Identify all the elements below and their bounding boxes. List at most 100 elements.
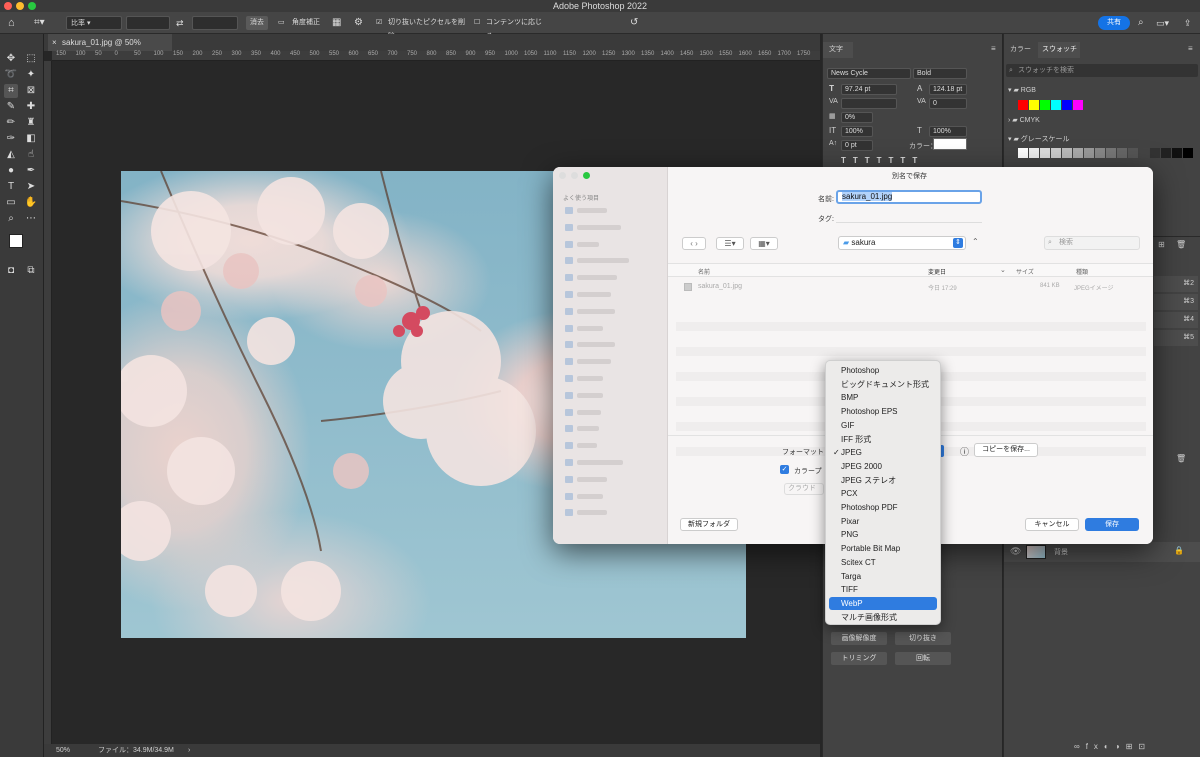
cloud-button[interactable]: クラウド bbox=[784, 483, 824, 495]
move-tool-icon[interactable]: ✥ bbox=[4, 52, 18, 66]
gray-swatch[interactable] bbox=[1051, 148, 1061, 158]
format-menu-item[interactable]: JPEG ステレオ bbox=[829, 474, 937, 487]
tab-character[interactable]: 文字 bbox=[823, 42, 853, 58]
minimize-dialog-button[interactable] bbox=[571, 172, 578, 179]
color-swatch[interactable] bbox=[1073, 100, 1083, 110]
sidebar-item[interactable] bbox=[565, 425, 635, 433]
frame-tool-icon[interactable]: ⊠ bbox=[24, 84, 38, 98]
content-aware-checkbox[interactable]: ☐ bbox=[474, 16, 483, 30]
format-menu-item[interactable]: Photoshop EPS bbox=[829, 405, 937, 418]
cancel-button[interactable]: キャンセル bbox=[1025, 518, 1079, 531]
column-kind[interactable]: 種類 bbox=[1076, 267, 1088, 276]
sidebar-item[interactable] bbox=[565, 240, 635, 249]
crop-tool-icon[interactable]: ⌗▾ bbox=[34, 16, 58, 30]
close-window-button[interactable] bbox=[4, 2, 12, 10]
gray-swatch[interactable] bbox=[1139, 148, 1149, 158]
swatch-group-cmyk[interactable]: › ▰ CMYK bbox=[1008, 116, 1040, 124]
column-modified[interactable]: 変更日 bbox=[928, 267, 946, 276]
zoom-level[interactable]: 50% bbox=[56, 744, 70, 757]
gray-swatch[interactable] bbox=[1106, 148, 1116, 158]
clear-button[interactable]: 消去 bbox=[246, 16, 268, 30]
horizontal-scale-input[interactable]: 100% bbox=[929, 126, 967, 137]
sidebar-item[interactable] bbox=[565, 408, 635, 417]
ratio-select[interactable]: 比率 ▾ bbox=[66, 16, 122, 30]
format-menu-item[interactable]: Targa bbox=[829, 570, 937, 583]
format-menu-item[interactable]: Pixar bbox=[829, 515, 937, 528]
swatch-group-rgb[interactable]: ▾ ▰ RGB bbox=[1008, 86, 1036, 94]
font-family-select[interactable]: News Cycle bbox=[827, 68, 911, 79]
format-menu-item[interactable]: Photoshop bbox=[829, 364, 937, 377]
format-menu-item[interactable]: IFF 形式 bbox=[829, 433, 937, 446]
sidebar-item[interactable] bbox=[565, 257, 635, 265]
format-menu-item[interactable]: JPEG 2000 bbox=[829, 460, 937, 473]
leading-input[interactable]: 124.18 pt bbox=[929, 84, 967, 95]
brush-tool-icon[interactable]: ✏ bbox=[4, 116, 18, 130]
smudge-tool-icon[interactable]: ☝ bbox=[24, 148, 38, 162]
gray-swatch[interactable] bbox=[1029, 148, 1039, 158]
format-menu-item[interactable]: WebP bbox=[829, 596, 937, 610]
vertical-scale-input[interactable]: 100% bbox=[841, 126, 873, 137]
gray-swatch[interactable] bbox=[1117, 148, 1127, 158]
image-size-button[interactable]: 画像解像度 bbox=[831, 632, 887, 645]
grid-overlay-icon[interactable]: ▦ bbox=[332, 16, 342, 30]
font-style-select[interactable]: Bold bbox=[913, 68, 967, 79]
format-menu-item[interactable]: Photoshop PDF bbox=[829, 501, 937, 514]
gray-swatch[interactable] bbox=[1172, 148, 1182, 158]
tab-swatches[interactable]: スウォッチ bbox=[1038, 42, 1080, 58]
column-name[interactable]: 名前 bbox=[698, 267, 710, 276]
chevron-right-icon[interactable]: › bbox=[188, 744, 190, 757]
sidebar-item[interactable] bbox=[565, 358, 635, 366]
close-tab-icon[interactable]: × bbox=[52, 34, 57, 51]
sidebar-item[interactable] bbox=[565, 475, 635, 484]
gray-swatch[interactable] bbox=[1084, 148, 1094, 158]
eye-icon[interactable]: 👁 bbox=[1010, 546, 1021, 557]
crop-tool-icon[interactable]: ⌗ bbox=[4, 84, 18, 98]
layer-actions[interactable]: ∞fx◐◑⊞⊡ bbox=[1074, 742, 1199, 751]
sidebar-item[interactable] bbox=[565, 291, 635, 299]
layer-name[interactable]: 背景 bbox=[1054, 547, 1068, 557]
sidebar-item[interactable] bbox=[565, 509, 635, 517]
lasso-tool-icon[interactable]: ➰ bbox=[4, 68, 18, 82]
dialog-search-input[interactable]: ⌕ 検索 bbox=[1044, 236, 1140, 250]
path-select-icon[interactable]: ➤ bbox=[24, 180, 38, 194]
gray-swatch[interactable] bbox=[1150, 148, 1160, 158]
rgb-swatches[interactable] bbox=[1018, 100, 1118, 110]
gray-swatch[interactable] bbox=[1095, 148, 1105, 158]
more-tools-icon[interactable]: ⋯ bbox=[24, 212, 38, 226]
workspace-icon[interactable]: ▭▾ bbox=[1156, 16, 1169, 30]
gear-icon[interactable]: ⚙ bbox=[354, 16, 364, 30]
info-icon[interactable]: ⓘ bbox=[960, 445, 969, 458]
panel-menu-icon[interactable]: ≡ bbox=[991, 44, 996, 53]
grayscale-swatches[interactable] bbox=[1018, 148, 1194, 158]
close-dialog-button[interactable] bbox=[559, 172, 566, 179]
new-folder-button[interactable]: 新規フォルダ bbox=[680, 518, 738, 531]
ratio-height-input[interactable] bbox=[192, 16, 238, 30]
expand-chevron-icon[interactable]: ⌃ bbox=[972, 237, 979, 246]
straighten-label[interactable]: 角度補正 bbox=[292, 16, 322, 30]
trim-button[interactable]: トリミング bbox=[831, 652, 887, 665]
color-swatch[interactable] bbox=[1062, 100, 1072, 110]
tracking-input[interactable]: 0 bbox=[929, 98, 967, 109]
screen-mode-icon[interactable]: ⧉ bbox=[24, 264, 38, 278]
straighten-icon[interactable]: ▭ bbox=[278, 16, 288, 30]
document-tab[interactable]: × sakura_01.jpg @ 50% (RGB/8) bbox=[48, 34, 172, 64]
format-menu-item[interactable]: ビッグドキュメント形式 bbox=[829, 378, 937, 391]
layer-row[interactable]: 👁 背景 🔒 bbox=[1004, 542, 1200, 562]
healing-brush-icon[interactable]: ✚ bbox=[24, 100, 38, 114]
rectangle-tool-icon[interactable]: ▭ bbox=[4, 196, 18, 210]
sort-chevron-icon[interactable]: ⌄ bbox=[1000, 266, 1006, 274]
zoom-dialog-button[interactable] bbox=[583, 172, 590, 179]
sidebar-item[interactable] bbox=[565, 274, 635, 282]
dodge-tool-icon[interactable]: ● bbox=[4, 164, 18, 178]
copy-save-button[interactable]: コピーを保存... bbox=[974, 443, 1038, 457]
format-menu-item[interactable]: TIFF bbox=[829, 583, 937, 596]
folder-select[interactable]: ▰ sakura ⇕ bbox=[838, 236, 966, 250]
format-menu-item[interactable]: PNG bbox=[829, 528, 937, 541]
save-button[interactable]: 保存 bbox=[1085, 518, 1139, 531]
sidebar-item[interactable] bbox=[565, 207, 635, 215]
sidebar-item[interactable] bbox=[565, 442, 635, 450]
gray-swatch[interactable] bbox=[1073, 148, 1083, 158]
back-forward-buttons[interactable]: ‹ › bbox=[682, 237, 706, 250]
history-shortcut-3[interactable]: ⌘3 bbox=[1154, 294, 1198, 310]
filename-input[interactable]: sakura_01.jpg bbox=[836, 190, 982, 204]
